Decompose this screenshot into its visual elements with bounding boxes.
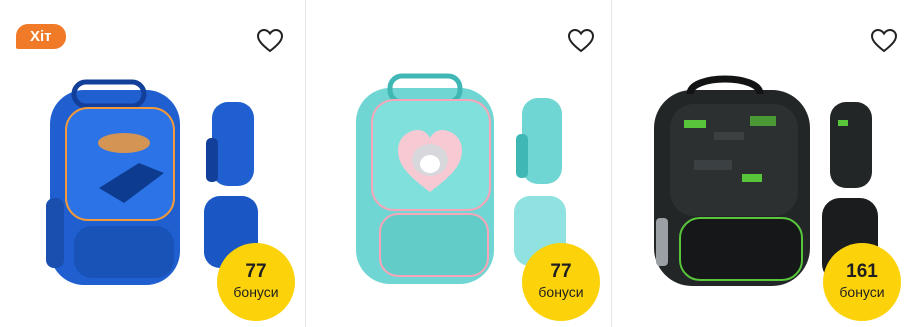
bonus-value: 77	[245, 261, 267, 282]
bonus-label: бонуси	[538, 284, 584, 300]
heart-outline-icon	[870, 28, 898, 53]
bonus-badge: 161 бонуси	[823, 243, 901, 321]
hit-badge: Хіт	[16, 24, 66, 49]
bonus-value: 161	[846, 261, 878, 282]
heart-outline-icon	[256, 28, 284, 53]
bonus-badge: 77 бонуси	[522, 243, 600, 321]
bonus-badge: 77 бонуси	[217, 243, 295, 321]
favorite-button[interactable]	[255, 26, 285, 56]
product-card[interactable]: 77 бонуси	[306, 0, 612, 327]
favorite-button[interactable]	[869, 26, 899, 56]
product-grid: Хіт 77 бонуси 77 бонуси 161 бонуси	[0, 0, 917, 327]
product-card[interactable]: Хіт 77 бонуси	[0, 0, 306, 327]
heart-outline-icon	[567, 28, 595, 53]
bonus-label: бонуси	[233, 284, 279, 300]
product-card[interactable]: 161 бонуси	[612, 0, 917, 327]
favorite-button[interactable]	[566, 26, 596, 56]
bonus-label: бонуси	[839, 284, 885, 300]
bonus-value: 77	[550, 261, 572, 282]
